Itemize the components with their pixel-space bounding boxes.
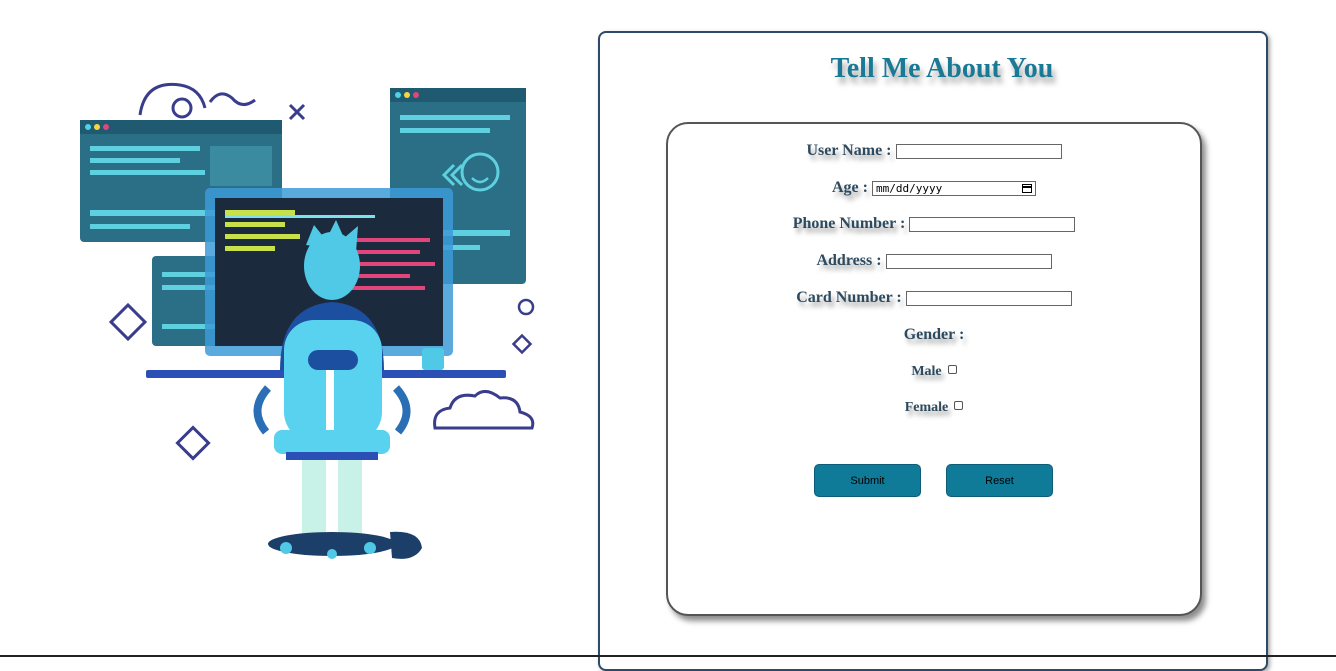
form-panel: Tell Me About You User Name : Age : mm/d… [598,31,1268,671]
age-date-placeholder: mm/dd/yyyy [875,181,943,195]
male-checkbox[interactable] [947,364,957,374]
username-row: User Name : [668,142,1200,160]
page-title: Tell Me About You [830,53,1054,84]
card-label: Card Number : [796,289,902,306]
age-row: Age : mm/dd/yyyy [668,179,1200,197]
age-label: Age : [832,179,868,196]
submit-button[interactable]: Submit [814,464,921,497]
address-label: Address : [816,252,882,269]
developer-illustration [70,70,560,590]
gender-row: Gender : [668,326,1200,344]
gender-option-male: Male [668,364,1200,380]
phone-label: Phone Number : [792,215,906,232]
form-card: User Name : Age : mm/dd/yyyy Phone Numbe… [666,122,1202,616]
phone-row: Phone Number : [668,215,1200,233]
developer-at-desk-icon [80,82,535,559]
calendar-icon[interactable] [1021,183,1032,193]
age-date-input[interactable]: mm/dd/yyyy [871,180,1036,196]
gender-option-female: Female [668,400,1200,416]
phone-input[interactable] [909,216,1076,232]
male-label: Male [911,364,942,379]
card-input[interactable] [905,290,1072,306]
username-label: User Name : [806,142,892,159]
reset-button[interactable]: Reset [946,464,1053,497]
address-row: Address : [668,252,1200,270]
username-input[interactable] [895,143,1062,159]
address-input[interactable] [885,253,1052,269]
gender-label: Gender : [903,326,965,343]
card-row: Card Number : [668,289,1200,307]
female-label: Female [904,400,949,415]
female-checkbox[interactable] [954,400,964,410]
